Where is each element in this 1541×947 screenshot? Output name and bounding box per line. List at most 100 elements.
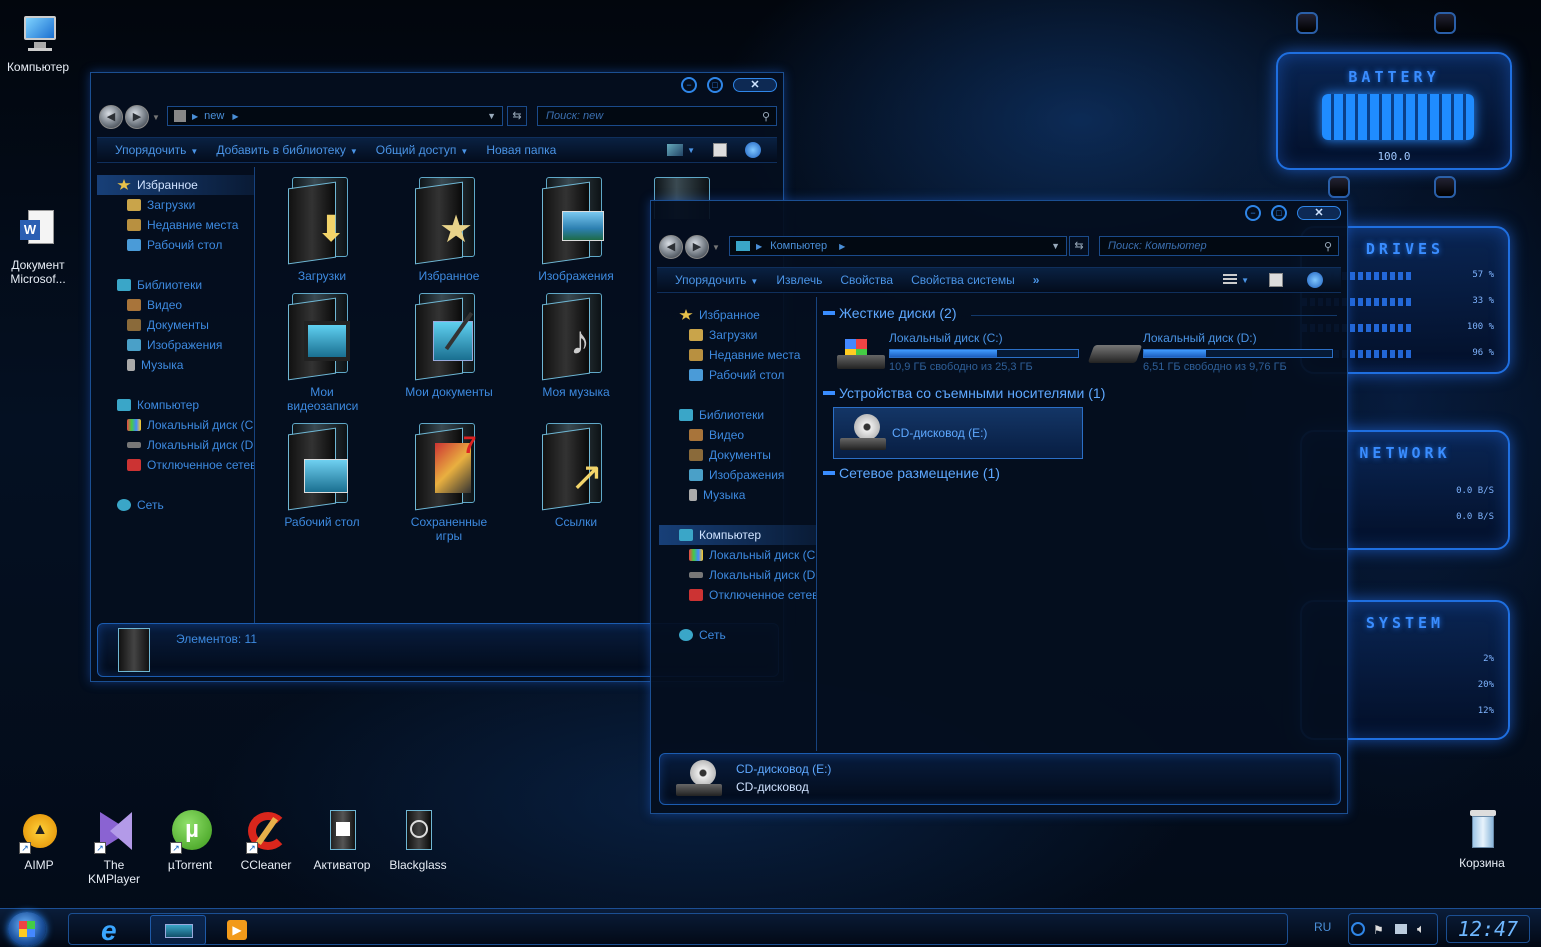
desktop-icon-ccleaner[interactable]: ↗ CCleaner [230,810,302,872]
nav-local-disk-d[interactable]: Локальный диск (D:) [659,565,816,585]
desktop-icon-computer[interactable]: Компьютер [2,12,74,74]
help-icon[interactable] [1307,272,1323,288]
nav-network[interactable]: Сеть [659,625,816,645]
maximize-button[interactable]: □ [707,77,723,93]
folder-downloads[interactable]: ⬇ Загрузки [267,175,377,283]
chevron-down-icon[interactable]: ▼ [1241,276,1249,285]
nav-desktop[interactable]: Рабочий стол [659,365,816,385]
taskbar-explorer[interactable] [150,915,206,945]
folder-my-documents[interactable]: Мои документы [394,291,504,399]
taskbar-media-player[interactable]: ▶ [220,915,254,945]
nav-downloads[interactable]: Загрузки [659,325,816,345]
nav-downloads[interactable]: Загрузки [97,195,254,215]
maximize-button[interactable]: □ [1271,205,1287,221]
start-button[interactable] [8,912,46,946]
preview-pane-icon[interactable] [1269,273,1283,287]
close-button[interactable]: ✕ [733,78,777,92]
help-icon[interactable] [745,142,761,158]
nav-local-disk-d[interactable]: Локальный диск (D:) [97,435,254,455]
nav-images[interactable]: Изображения [97,335,254,355]
view-options-icon[interactable] [1223,274,1237,286]
forward-button[interactable]: ▶ [685,235,709,259]
folder-my-music[interactable]: ♪ Моя музыка [521,291,631,399]
organize-button[interactable]: Упорядочить ▼ [675,273,758,287]
back-button[interactable]: ◀ [659,235,683,259]
nav-disconnected-network[interactable]: Отключенное сетевое [659,585,816,605]
desktop-icon-aimp[interactable]: ▲ ↗ AIMP [3,810,75,872]
desktop-icon-blackglass[interactable]: Blackglass [382,810,454,872]
eject-button[interactable]: Извлечь [776,273,822,287]
nav-local-disk-c[interactable]: Локальный диск (C:) [97,415,254,435]
new-folder-button[interactable]: Новая папка [486,143,556,157]
folder-links[interactable]: ↗ Ссылки [521,421,631,529]
nav-music[interactable]: Музыка [97,355,254,375]
desktop-icon-activator[interactable]: Активатор [306,810,378,872]
address-dropdown-icon[interactable]: ▼ [487,111,496,121]
search-input[interactable]: Поиск: new ⚲ [537,106,777,126]
folder-images[interactable]: Изображения [521,175,631,283]
nav-video[interactable]: Видео [659,425,816,445]
add-to-library-button[interactable]: Добавить в библиотеку ▼ [216,143,357,157]
folder-desktop[interactable]: Рабочий стол [267,421,377,529]
organize-button[interactable]: Упорядочить ▼ [115,143,198,157]
breadcrumb-segment[interactable]: Компьютер [770,240,827,252]
back-button[interactable]: ◀ [99,105,123,129]
nav-recent-places[interactable]: Недавние места [659,345,816,365]
explorer-window-computer[interactable]: − □ ✕ ◀ ▶ ▼ ▶ Компьютер ▶ ▼ ⇆ Поиск: Ком… [650,200,1348,814]
nav-computer[interactable]: Компьютер [659,525,816,545]
nav-network[interactable]: Сеть [97,495,254,515]
address-bar[interactable]: ▶ new ▶ ▼ [167,106,503,126]
nav-libraries[interactable]: Библиотеки [659,405,816,425]
action-center-flag-icon[interactable]: ⚑ [1373,923,1384,937]
tray-expand-icon[interactable] [1351,922,1365,936]
nav-documents[interactable]: Документы [97,315,254,335]
history-dropdown-icon[interactable]: ▼ [712,243,720,252]
desktop-icon-kmplayer[interactable]: ↗ The KMPlayer [78,810,150,886]
address-dropdown-icon[interactable]: ▼ [1051,241,1060,251]
cd-drive-tile[interactable]: CD-дисковод (E:) [833,407,1083,459]
folder-my-videos[interactable]: Мои видеозаписи [267,291,377,413]
nav-documents[interactable]: Документы [659,445,816,465]
address-bar[interactable]: ▶ Компьютер ▶ ▼ [729,236,1067,256]
more-commands-button[interactable]: » [1033,273,1040,287]
nav-favorites[interactable]: Избранное [659,305,816,325]
nav-music[interactable]: Музыка [659,485,816,505]
desktop-icon-word-document[interactable]: W Документ Microsof... [2,210,74,286]
volume-icon[interactable]: 🔈︎ [1417,921,1425,937]
nav-desktop[interactable]: Рабочий стол [97,235,254,255]
nav-favorites[interactable]: Избранное [97,175,254,195]
refresh-button[interactable]: ⇆ [1069,236,1089,256]
preview-pane-icon[interactable] [713,143,727,157]
search-input[interactable]: Поиск: Компьютер ⚲ [1099,236,1339,256]
desktop-icon-recycle-bin[interactable]: Корзина [1446,808,1518,870]
forward-button[interactable]: ▶ [125,105,149,129]
nav-disconnected-network[interactable]: Отключенное сетевое [97,455,254,475]
drive-c[interactable]: Локальный диск (C:) 10,9 ГБ свободно из … [833,329,1083,375]
group-header-hard-disks[interactable]: Жесткие диски (2) [823,305,957,321]
group-header-network-locations[interactable]: Сетевое размещение (1) [823,465,1000,481]
group-header-removable[interactable]: Устройства со съемными носителями (1) [823,385,1105,401]
view-options-icon[interactable] [667,144,683,156]
history-dropdown-icon[interactable]: ▼ [152,113,160,122]
nav-libraries[interactable]: Библиотеки [97,275,254,295]
folder-favorites[interactable]: ★ Избранное [394,175,504,283]
folder-saved-games[interactable]: 7 Сохраненные игры [394,421,504,543]
nav-video[interactable]: Видео [97,295,254,315]
refresh-button[interactable]: ⇆ [507,106,527,126]
nav-images[interactable]: Изображения [659,465,816,485]
properties-button[interactable]: Свойства [840,273,893,287]
nav-local-disk-c[interactable]: Локальный диск (C:) [659,545,816,565]
share-button[interactable]: Общий доступ ▼ [376,143,469,157]
language-indicator[interactable]: RU [1314,920,1331,934]
nav-recent-places[interactable]: Недавние места [97,215,254,235]
minimize-button[interactable]: − [681,77,697,93]
nav-computer[interactable]: Компьютер [97,395,254,415]
network-tray-icon[interactable] [1395,924,1407,934]
chevron-down-icon[interactable]: ▼ [687,146,695,155]
taskbar-ie[interactable]: e [76,915,146,946]
close-button[interactable]: ✕ [1297,206,1341,220]
breadcrumb-segment[interactable]: new [204,110,224,122]
system-properties-button[interactable]: Свойства системы [911,273,1015,287]
minimize-button[interactable]: − [1245,205,1261,221]
desktop-icon-utorrent[interactable]: µ ↗ µTorrent [154,810,226,872]
